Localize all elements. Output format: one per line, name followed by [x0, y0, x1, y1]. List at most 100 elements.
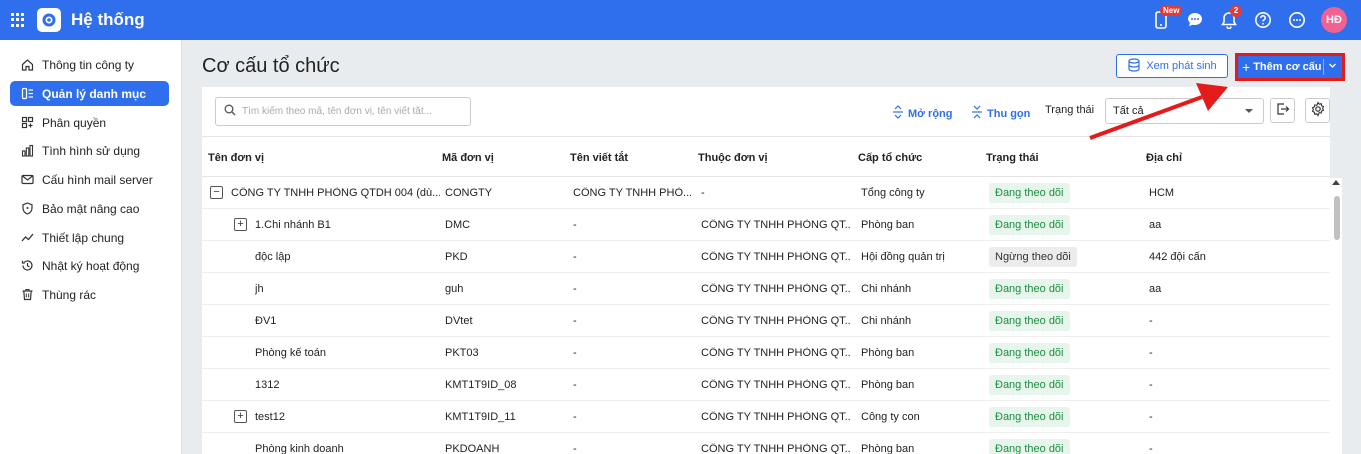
collapse-icon: [971, 105, 983, 122]
address-cell: aa: [1149, 283, 1162, 295]
table-row[interactable]: 1312 KMT1T9ID_08 - CÔNG TY TNHH PHÒNG QT...…: [202, 369, 1330, 401]
short-name-cell: -: [573, 379, 577, 391]
user-avatar[interactable]: HĐ: [1321, 7, 1347, 33]
shield-icon: [20, 202, 34, 216]
unit-name-cell: Phòng kinh doanh: [255, 443, 344, 454]
sidebar-item-advanced-security[interactable]: Bảo mật nâng cao: [10, 196, 169, 221]
table-row[interactable]: ĐV1 DVtet - CÔNG TY TNHH PHÒNG QT... Chi nhá…: [202, 305, 1330, 337]
sidebar-item-general-settings[interactable]: Thiết lập chung: [10, 225, 169, 250]
column-header[interactable]: Mã đơn vị: [442, 152, 494, 164]
table-row[interactable]: − CÔNG TY TNHH PHÒNG QTDH 004 (dù... CONGT…: [202, 177, 1330, 209]
apps-grid-icon[interactable]: [11, 13, 25, 27]
column-header[interactable]: Địa chỉ: [1146, 152, 1182, 164]
unit-code-cell: PKD: [445, 251, 468, 263]
parent-unit-cell: CÔNG TY TNHH PHÒNG QT...: [701, 379, 851, 391]
expand-all-button[interactable]: Mở rộng: [892, 105, 952, 122]
bell-icon[interactable]: 2: [1219, 5, 1242, 30]
short-name-cell: -: [573, 443, 577, 454]
org-level-cell: Công ty con: [861, 411, 920, 423]
unit-name-cell: 1312: [255, 379, 280, 391]
table-row[interactable]: jh guh - CÔNG TY TNHH PHÒNG QT... Chi nhánh Đ…: [202, 273, 1330, 305]
column-header[interactable]: Thuộc đơn vị: [698, 152, 768, 164]
short-name-cell: -: [573, 251, 577, 263]
more-icon[interactable]: [1287, 10, 1307, 30]
short-name-cell: -: [573, 283, 577, 295]
search-icon: [224, 104, 236, 119]
table-row[interactable]: độc lập PKD - CÔNG TY TNHH PHÒNG QT... Hội đ…: [202, 241, 1330, 273]
expand-icon: [892, 105, 904, 122]
sidebar-item-trash[interactable]: Thùng rác: [10, 282, 169, 307]
mobile-app-icon[interactable]: New: [1151, 5, 1183, 30]
short-name-cell: -: [573, 219, 577, 231]
sidebar-item-mail-server[interactable]: Cấu hình mail server: [10, 167, 169, 192]
unit-code-cell: KMT1T9ID_11: [445, 411, 516, 423]
unit-name-cell: ĐV1: [255, 315, 277, 327]
collapse-row-icon[interactable]: −: [210, 186, 223, 199]
unit-code-cell: KMT1T9ID_08: [445, 379, 517, 391]
unit-name-cell: jh: [255, 283, 264, 295]
parent-unit-cell: CÔNG TY TNHH PHÒNG QT...: [701, 219, 851, 231]
column-header[interactable]: Tên viết tắt: [570, 152, 628, 164]
address-cell: -: [1149, 411, 1153, 423]
search-input[interactable]: [242, 106, 462, 117]
gear-icon: [1310, 101, 1326, 120]
page-title: Cơ cấu tổ chức: [202, 55, 340, 77]
table-row[interactable]: Phòng kế toán PKT03 - CÔNG TY TNHH PHÒNG QT…: [202, 337, 1330, 369]
parent-unit-cell: CÔNG TY TNHH PHÒNG QT...: [701, 443, 851, 454]
status-badge: Đang theo dõi: [989, 215, 1070, 235]
unit-code-cell: PKT03: [445, 347, 479, 359]
trend-icon: [20, 231, 34, 245]
unit-code-cell: guh: [445, 283, 464, 295]
table-row[interactable]: Phòng kinh doanh PKDOANH - CÔNG TY TNHH PHÒ…: [202, 433, 1330, 454]
table-row[interactable]: +1.Chi nhánh B1 DMC - CÔNG TY TNHH PHÒNG QT…: [202, 209, 1330, 241]
collapse-all-button[interactable]: Thu gọn: [971, 105, 1030, 122]
add-structure-button[interactable]: + Thêm cơ cấu: [1235, 53, 1345, 81]
mail-icon: [20, 173, 34, 187]
search-box[interactable]: [215, 97, 471, 126]
app-title: Hệ thống: [71, 10, 145, 29]
org-level-cell: Phòng ban: [861, 443, 915, 454]
status-badge: Ngừng theo dõi: [989, 247, 1077, 267]
status-badge: Đang theo dõi: [989, 439, 1070, 454]
expand-row-icon[interactable]: +: [234, 218, 247, 231]
home-icon: [20, 58, 34, 72]
sidebar-item-permissions[interactable]: Phân quyền: [10, 110, 169, 135]
unit-name-cell: độc lập: [255, 251, 291, 263]
table-row[interactable]: + test12 KMT1T9ID_11 - CÔNG TY TNHH PHÒNG QT…: [202, 401, 1330, 433]
sidebar-item-activity-log[interactable]: Nhật ký hoạt động: [10, 253, 169, 278]
column-header[interactable]: Cấp tổ chức: [858, 152, 922, 164]
help-icon[interactable]: [1253, 10, 1273, 30]
scrollbar-thumb[interactable]: [1334, 196, 1340, 240]
chat-icon[interactable]: [1185, 10, 1205, 30]
sidebar-item-label: Bảo mật nâng cao: [42, 201, 140, 216]
status-badge: Đang theo dõi: [989, 375, 1070, 395]
trash-icon: [20, 288, 34, 302]
status-badge: Đang theo dõi: [989, 343, 1070, 363]
parent-unit-cell: CÔNG TY TNHH PHÒNG QT...: [701, 283, 851, 295]
short-name-cell: -: [573, 347, 577, 359]
org-level-cell: Phòng ban: [861, 347, 915, 359]
annotation-arrow-icon: [1089, 83, 1228, 140]
column-header[interactable]: Tên đơn vị: [208, 152, 264, 164]
status-badge: Đang theo dõi: [989, 407, 1070, 427]
sidebar-item-usage[interactable]: Tình hình sử dụng: [10, 138, 169, 163]
sidebar-item-label: Thiết lập chung: [42, 230, 125, 245]
org-level-cell: Phòng ban: [861, 379, 915, 391]
sidebar-item-company-info[interactable]: Thông tin công ty: [10, 52, 169, 77]
add-structure-label: Thêm cơ cấu: [1253, 61, 1322, 73]
expand-row-icon[interactable]: +: [234, 410, 247, 423]
permission-icon: [20, 116, 34, 130]
chevron-down-icon[interactable]: [1328, 61, 1337, 73]
sidebar: Thông tin công ty Quản lý danh mục Phân …: [0, 40, 182, 454]
unit-name-cell: 1.Chi nhánh B1: [255, 219, 331, 231]
sidebar-item-label: Thùng rác: [42, 287, 97, 302]
scroll-up-arrow-icon[interactable]: [1332, 180, 1340, 185]
bar-chart-icon: [20, 144, 34, 158]
expand-label: Mở rộng: [908, 107, 953, 120]
column-header[interactable]: Trạng thái: [986, 152, 1039, 164]
notification-count: 2: [1230, 5, 1242, 17]
unit-name-cell: CÔNG TY TNHH PHÒNG QTDH 004 (dù...: [231, 187, 440, 199]
export-button[interactable]: [1270, 98, 1295, 123]
table-settings-button[interactable]: [1305, 98, 1330, 123]
sidebar-item-catalog-management[interactable]: Quản lý danh mục: [10, 81, 169, 106]
